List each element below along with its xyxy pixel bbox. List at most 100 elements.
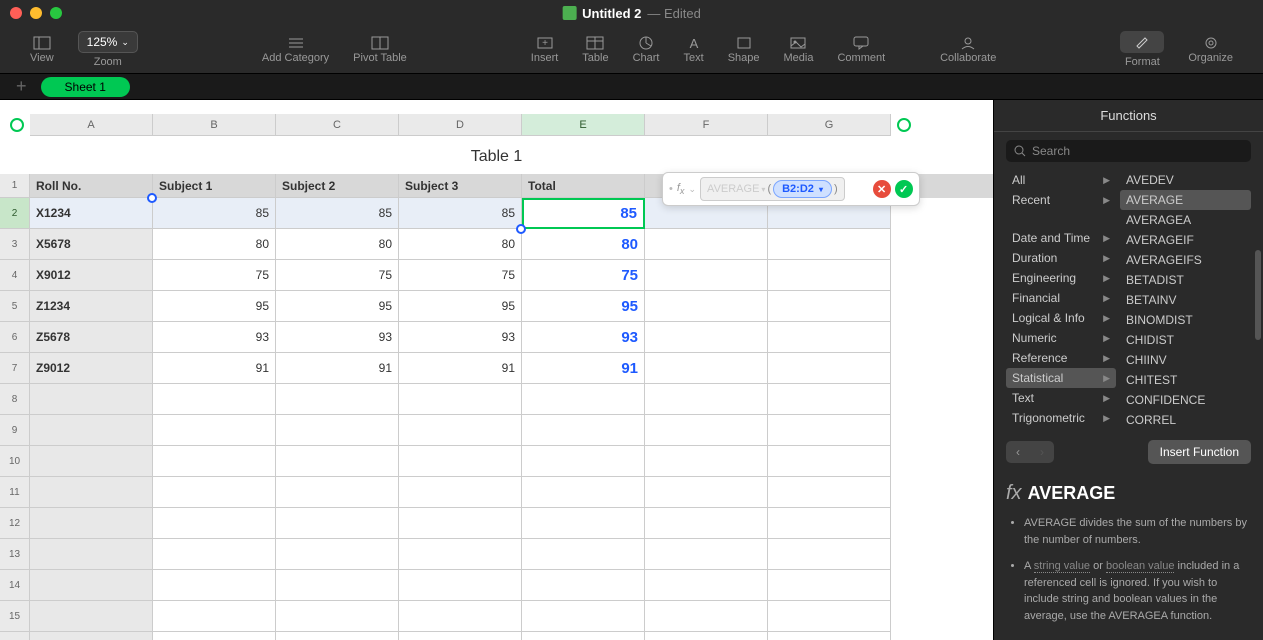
cell-D6[interactable]: 93 [399, 322, 522, 353]
function-item[interactable]: CONFIDENCE [1120, 390, 1251, 410]
category-item[interactable]: Text▶ [1006, 388, 1116, 408]
cell-A9[interactable] [30, 415, 153, 446]
column-header-E[interactable]: E [522, 114, 645, 135]
row-number-4[interactable]: 4 [0, 260, 30, 291]
cell-A10[interactable] [30, 446, 153, 477]
row-number-2[interactable]: 2 [0, 198, 30, 229]
cell-D5[interactable]: 95 [399, 291, 522, 322]
row-number-7[interactable]: 7 [0, 353, 30, 384]
cell-F7[interactable] [645, 353, 768, 384]
column-header-C[interactable]: C [276, 114, 399, 135]
function-item[interactable]: CORREL [1120, 410, 1251, 430]
sheet-tab[interactable]: Sheet 1 [41, 77, 130, 97]
cell-E5[interactable]: 95 [522, 291, 645, 322]
header-s3[interactable]: Subject 3 [399, 174, 522, 198]
cell-E3[interactable]: 80 [522, 229, 645, 260]
header-s2[interactable]: Subject 2 [276, 174, 399, 198]
row-number-13[interactable]: 13 [0, 539, 30, 570]
cell-G4[interactable] [768, 260, 891, 291]
cell-F5[interactable] [645, 291, 768, 322]
row-number-9[interactable]: 9 [0, 415, 30, 446]
pivot-table-button[interactable]: Pivot Table [341, 28, 419, 72]
spreadsheet-area[interactable]: A B C D E F G Table 1 1 2 3 4 5 6 7 8 9 … [0, 100, 993, 640]
comment-button[interactable]: Comment [825, 28, 897, 72]
cell-C2[interactable]: 85 [276, 198, 399, 229]
cell-E4[interactable]: 75 [522, 260, 645, 291]
cell-F4[interactable] [645, 260, 768, 291]
category-item[interactable]: Recent▶ [1006, 190, 1116, 210]
minimize-window-button[interactable] [30, 7, 42, 19]
row-number-14[interactable]: 14 [0, 570, 30, 601]
cell-G3[interactable] [768, 229, 891, 260]
cell-E7[interactable]: 91 [522, 353, 645, 384]
cell-D4[interactable]: 75 [399, 260, 522, 291]
category-item[interactable]: Reference▶ [1006, 348, 1116, 368]
row-number-3[interactable]: 3 [0, 229, 30, 260]
cell-C6[interactable]: 93 [276, 322, 399, 353]
sidebar-scrollbar[interactable] [1255, 250, 1261, 340]
row-number-12[interactable]: 12 [0, 508, 30, 539]
add-sheet-button[interactable]: + [8, 76, 35, 97]
column-header-D[interactable]: D [399, 114, 522, 135]
cell-C4[interactable]: 75 [276, 260, 399, 291]
category-item[interactable]: Statistical▶ [1006, 368, 1116, 388]
cell-D3[interactable]: 80 [399, 229, 522, 260]
selection-handle-tl[interactable] [147, 193, 157, 203]
insert-function-button[interactable]: Insert Function [1148, 440, 1251, 464]
function-token[interactable]: AVERAGE ▾ ( B2:D2 ▾ ) [700, 177, 845, 201]
cell-F3[interactable] [645, 229, 768, 260]
cell-D7[interactable]: 91 [399, 353, 522, 384]
nav-back-button[interactable]: ‹ [1006, 441, 1030, 463]
header-roll[interactable]: Roll No. [30, 174, 153, 198]
category-item[interactable]: All▶ [1006, 170, 1116, 190]
search-input[interactable]: Search [1006, 140, 1251, 162]
table-resize-left-handle[interactable] [10, 118, 24, 132]
cell-A12[interactable] [30, 508, 153, 539]
cell-B6[interactable]: 93 [153, 322, 276, 353]
format-button[interactable]: Format [1108, 28, 1176, 72]
cancel-formula-button[interactable]: ✕ [873, 180, 891, 198]
column-header-A[interactable]: A [30, 114, 153, 135]
table-title[interactable]: Table 1 [0, 136, 993, 174]
category-item[interactable]: Trigonometric▶ [1006, 408, 1116, 428]
category-item[interactable]: Financial▶ [1006, 288, 1116, 308]
header-s1[interactable]: Subject 1 [153, 174, 276, 198]
maximize-window-button[interactable] [50, 7, 62, 19]
category-item[interactable]: Date and Time▶ [1006, 228, 1116, 248]
cell-A8[interactable] [30, 384, 153, 415]
cell-D2[interactable]: 85 [399, 198, 522, 229]
cell-A5[interactable]: Z1234 [30, 291, 153, 322]
row-number-5[interactable]: 5 [0, 291, 30, 322]
range-token[interactable]: B2:D2 ▾ [773, 180, 832, 198]
cell-G5[interactable] [768, 291, 891, 322]
function-item[interactable]: AVERAGEIFS [1120, 250, 1251, 270]
cell-A6[interactable]: Z5678 [30, 322, 153, 353]
zoom-select[interactable]: 125% ⌄ [78, 31, 138, 53]
function-item[interactable]: CHIDIST [1120, 330, 1251, 350]
selection-handle-br[interactable] [516, 224, 526, 234]
view-button[interactable]: View [18, 28, 66, 72]
row-number-1[interactable]: 1 [0, 174, 30, 198]
cell-G7[interactable] [768, 353, 891, 384]
cell-B3[interactable]: 80 [153, 229, 276, 260]
function-item[interactable]: BETADIST [1120, 270, 1251, 290]
close-window-button[interactable] [10, 7, 22, 19]
cell-A4[interactable]: X9012 [30, 260, 153, 291]
cell-B5[interactable]: 95 [153, 291, 276, 322]
organize-button[interactable]: Organize [1176, 28, 1245, 72]
row-number-15[interactable]: 15 [0, 601, 30, 632]
cell-C5[interactable]: 95 [276, 291, 399, 322]
cell-A2[interactable]: X1234 [30, 198, 153, 229]
cell-B2[interactable]: 85 [153, 198, 276, 229]
insert-button[interactable]: + Insert [519, 28, 571, 72]
accept-formula-button[interactable]: ✓ [895, 180, 913, 198]
function-item[interactable]: AVERAGEIF [1120, 230, 1251, 250]
row-number-11[interactable]: 11 [0, 477, 30, 508]
cell-A13[interactable] [30, 539, 153, 570]
function-item[interactable]: AVERAGEA [1120, 210, 1251, 230]
cell-A3[interactable]: X5678 [30, 229, 153, 260]
cell-A7[interactable]: Z9012 [30, 353, 153, 384]
cell-B4[interactable]: 75 [153, 260, 276, 291]
formula-editor[interactable]: • fx ⌄ AVERAGE ▾ ( B2:D2 ▾ ) ✕ ✓ [662, 172, 920, 206]
shape-button[interactable]: Shape [716, 28, 772, 72]
